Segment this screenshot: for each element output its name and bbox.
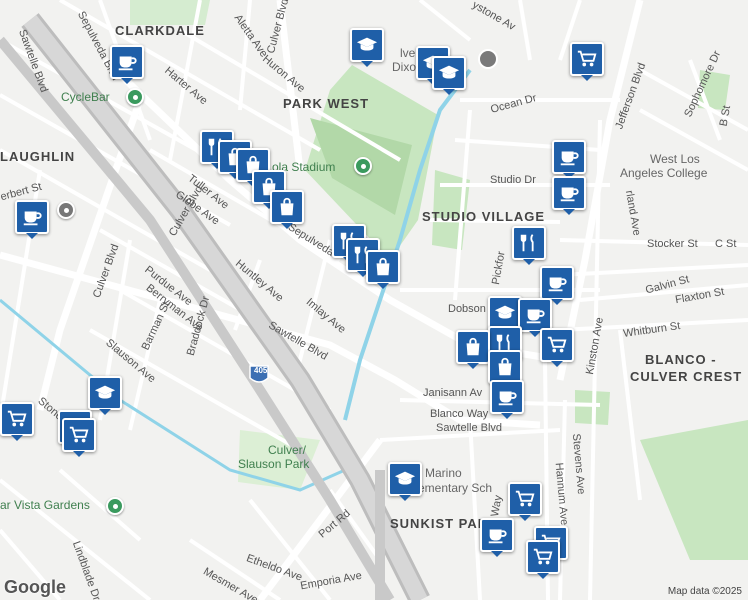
coffee-cup-icon[interactable] <box>552 176 586 215</box>
shopping-cart-icon[interactable] <box>0 402 34 441</box>
graduation-cap-icon[interactable] <box>350 28 384 67</box>
stadium-icon[interactable] <box>354 157 372 175</box>
shopping-bag-icon[interactable] <box>270 190 304 229</box>
shopping-cart-icon[interactable] <box>508 482 542 521</box>
restaurant-icon[interactable] <box>512 226 546 265</box>
google-logo: Google <box>4 577 66 597</box>
coffee-cup-icon[interactable] <box>540 266 574 305</box>
shopping-cart-icon[interactable] <box>526 540 560 579</box>
place-dot-icon[interactable] <box>126 88 144 106</box>
shopping-cart-icon[interactable] <box>570 42 604 81</box>
map-view[interactable]: CLARKDALE PARK WEST LAUGHLIN STUDIO VILL… <box>0 0 748 600</box>
coffee-cup-icon[interactable] <box>518 298 552 337</box>
shopping-cart-icon[interactable] <box>62 418 96 457</box>
coffee-cup-icon[interactable] <box>110 45 144 84</box>
coffee-cup-icon[interactable] <box>552 140 586 179</box>
shopping-bag-icon[interactable] <box>366 250 400 289</box>
museum-icon[interactable] <box>57 201 75 219</box>
map-attribution: Map data ©2025 <box>667 586 742 597</box>
coffee-cup-icon[interactable] <box>15 200 49 239</box>
graduation-cap-icon[interactable] <box>488 296 522 335</box>
graduation-cap-icon[interactable] <box>388 462 422 501</box>
shopping-bag-icon[interactable] <box>456 330 490 369</box>
park-area <box>640 420 748 560</box>
graduation-cap-icon[interactable] <box>432 56 466 95</box>
coffee-cup-icon[interactable] <box>490 380 524 419</box>
shopping-bag-icon[interactable] <box>488 350 522 389</box>
coffee-cup-icon[interactable] <box>480 518 514 557</box>
place-dot-icon[interactable] <box>106 497 124 515</box>
graduation-cap-icon[interactable] <box>88 376 122 415</box>
interstate-shield <box>249 365 269 383</box>
shopping-cart-icon[interactable] <box>540 328 574 367</box>
library-icon[interactable] <box>478 49 498 69</box>
